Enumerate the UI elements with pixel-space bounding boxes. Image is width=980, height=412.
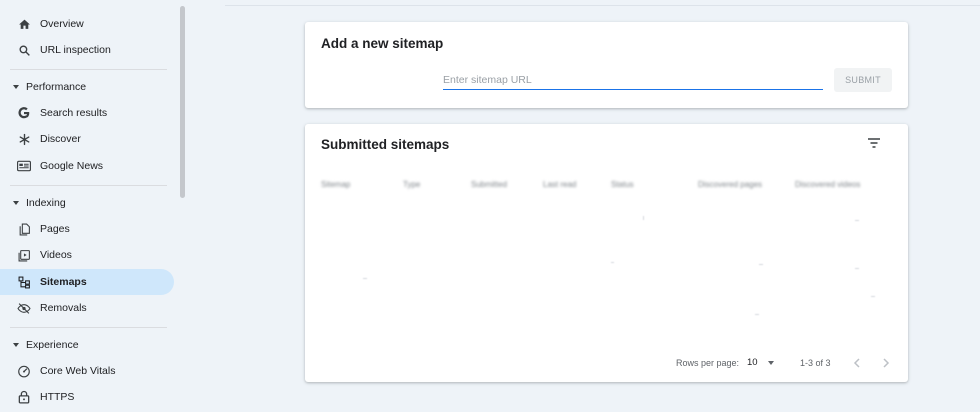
sidebar-item-label: Discover <box>40 133 81 145</box>
gauge-icon <box>16 363 32 379</box>
chevron-down-icon <box>13 201 19 205</box>
previous-page-button[interactable] <box>849 355 865 371</box>
section-performance[interactable]: Performance <box>0 77 170 97</box>
sidebar-item-removals[interactable]: Removals <box>0 295 174 321</box>
column-header[interactable]: Last read <box>543 180 576 189</box>
sidebar-scrollbar[interactable] <box>180 6 185 198</box>
submitted-sitemaps-card: Submitted sitemaps Sitemap Type Submitte… <box>305 124 908 382</box>
column-header[interactable]: Status <box>611 180 634 189</box>
chevron-down-icon <box>768 361 774 365</box>
section-label: Experience <box>26 339 79 351</box>
home-icon <box>16 16 32 32</box>
submit-button[interactable]: SUBMIT <box>834 68 892 92</box>
sidebar-item-https[interactable]: HTTPS <box>0 384 174 410</box>
column-header[interactable]: Sitemap <box>321 180 350 189</box>
chevron-right-icon <box>883 358 890 368</box>
google-g-icon <box>16 105 32 121</box>
top-divider <box>225 5 980 6</box>
sidebar-item-discover[interactable]: Discover <box>0 126 174 152</box>
news-icon <box>16 158 32 174</box>
filter-icon[interactable] <box>867 136 885 152</box>
pages-icon <box>16 221 32 237</box>
sidebar-divider <box>10 185 167 186</box>
chevron-down-icon <box>13 343 19 347</box>
sidebar-item-core-web-vitals[interactable]: Core Web Vitals <box>0 358 174 384</box>
asterisk-icon <box>16 131 32 147</box>
sidebar-item-label: Sitemaps <box>40 276 87 288</box>
section-label: Indexing <box>26 197 66 209</box>
eye-off-icon <box>16 300 32 316</box>
sidebar-item-label: Pages <box>40 223 70 235</box>
section-label: Performance <box>26 81 87 93</box>
sidebar-item-label: Google News <box>40 160 104 172</box>
section-experience[interactable]: Experience <box>0 335 170 355</box>
sitemap-url-input[interactable] <box>443 70 823 90</box>
sidebar-item-label: Videos <box>40 249 72 261</box>
sidebar-item-pages[interactable]: Pages <box>0 216 174 242</box>
sidebar-item-label: Search results <box>40 107 108 119</box>
chevron-left-icon <box>853 358 860 368</box>
sidebar-divider <box>10 69 167 70</box>
sidebar-item-google-news[interactable]: Google News <box>0 153 174 179</box>
chevron-down-icon <box>13 85 19 89</box>
next-page-button[interactable] <box>878 355 894 371</box>
pagination-range: 1-3 of 3 <box>800 358 831 368</box>
sidebar-item-search-results[interactable]: Search results <box>0 100 174 126</box>
column-header[interactable]: Submitted <box>471 180 507 189</box>
column-header[interactable]: Discovered videos <box>795 180 860 189</box>
sidebar-divider <box>10 327 167 328</box>
column-header[interactable]: Type <box>403 180 420 189</box>
lock-icon <box>16 389 32 405</box>
sidebar-item-videos[interactable]: Videos <box>0 242 174 268</box>
add-sitemap-card: Add a new sitemap SUBMIT <box>305 22 908 108</box>
add-sitemap-title: Add a new sitemap <box>321 36 444 51</box>
sidebar-item-label: Removals <box>40 302 87 314</box>
sidebar-item-url-inspection[interactable]: URL inspection <box>0 37 174 63</box>
search-icon <box>16 42 32 58</box>
sidebar-item-label: Core Web Vitals <box>40 365 116 377</box>
submitted-sitemaps-title: Submitted sitemaps <box>321 137 450 152</box>
rows-per-page-label: Rows per page: <box>676 358 740 368</box>
sidebar-item-label: URL inspection <box>40 44 111 56</box>
sidebar-item-sitemaps[interactable]: Sitemaps <box>0 269 174 295</box>
rows-per-page-value: 10 <box>747 357 758 368</box>
sidebar-item-label: HTTPS <box>40 391 75 403</box>
sitemap-icon <box>16 274 32 290</box>
sidebar: Overview URL inspection Performance Sear… <box>0 0 188 412</box>
sidebar-item-overview[interactable]: Overview <box>0 11 174 37</box>
video-icon <box>16 247 32 263</box>
rows-per-page-select[interactable]: 10 <box>747 355 779 371</box>
column-header[interactable]: Discovered pages <box>698 180 762 189</box>
sidebar-item-label: Overview <box>40 18 84 30</box>
section-indexing[interactable]: Indexing <box>0 193 170 213</box>
